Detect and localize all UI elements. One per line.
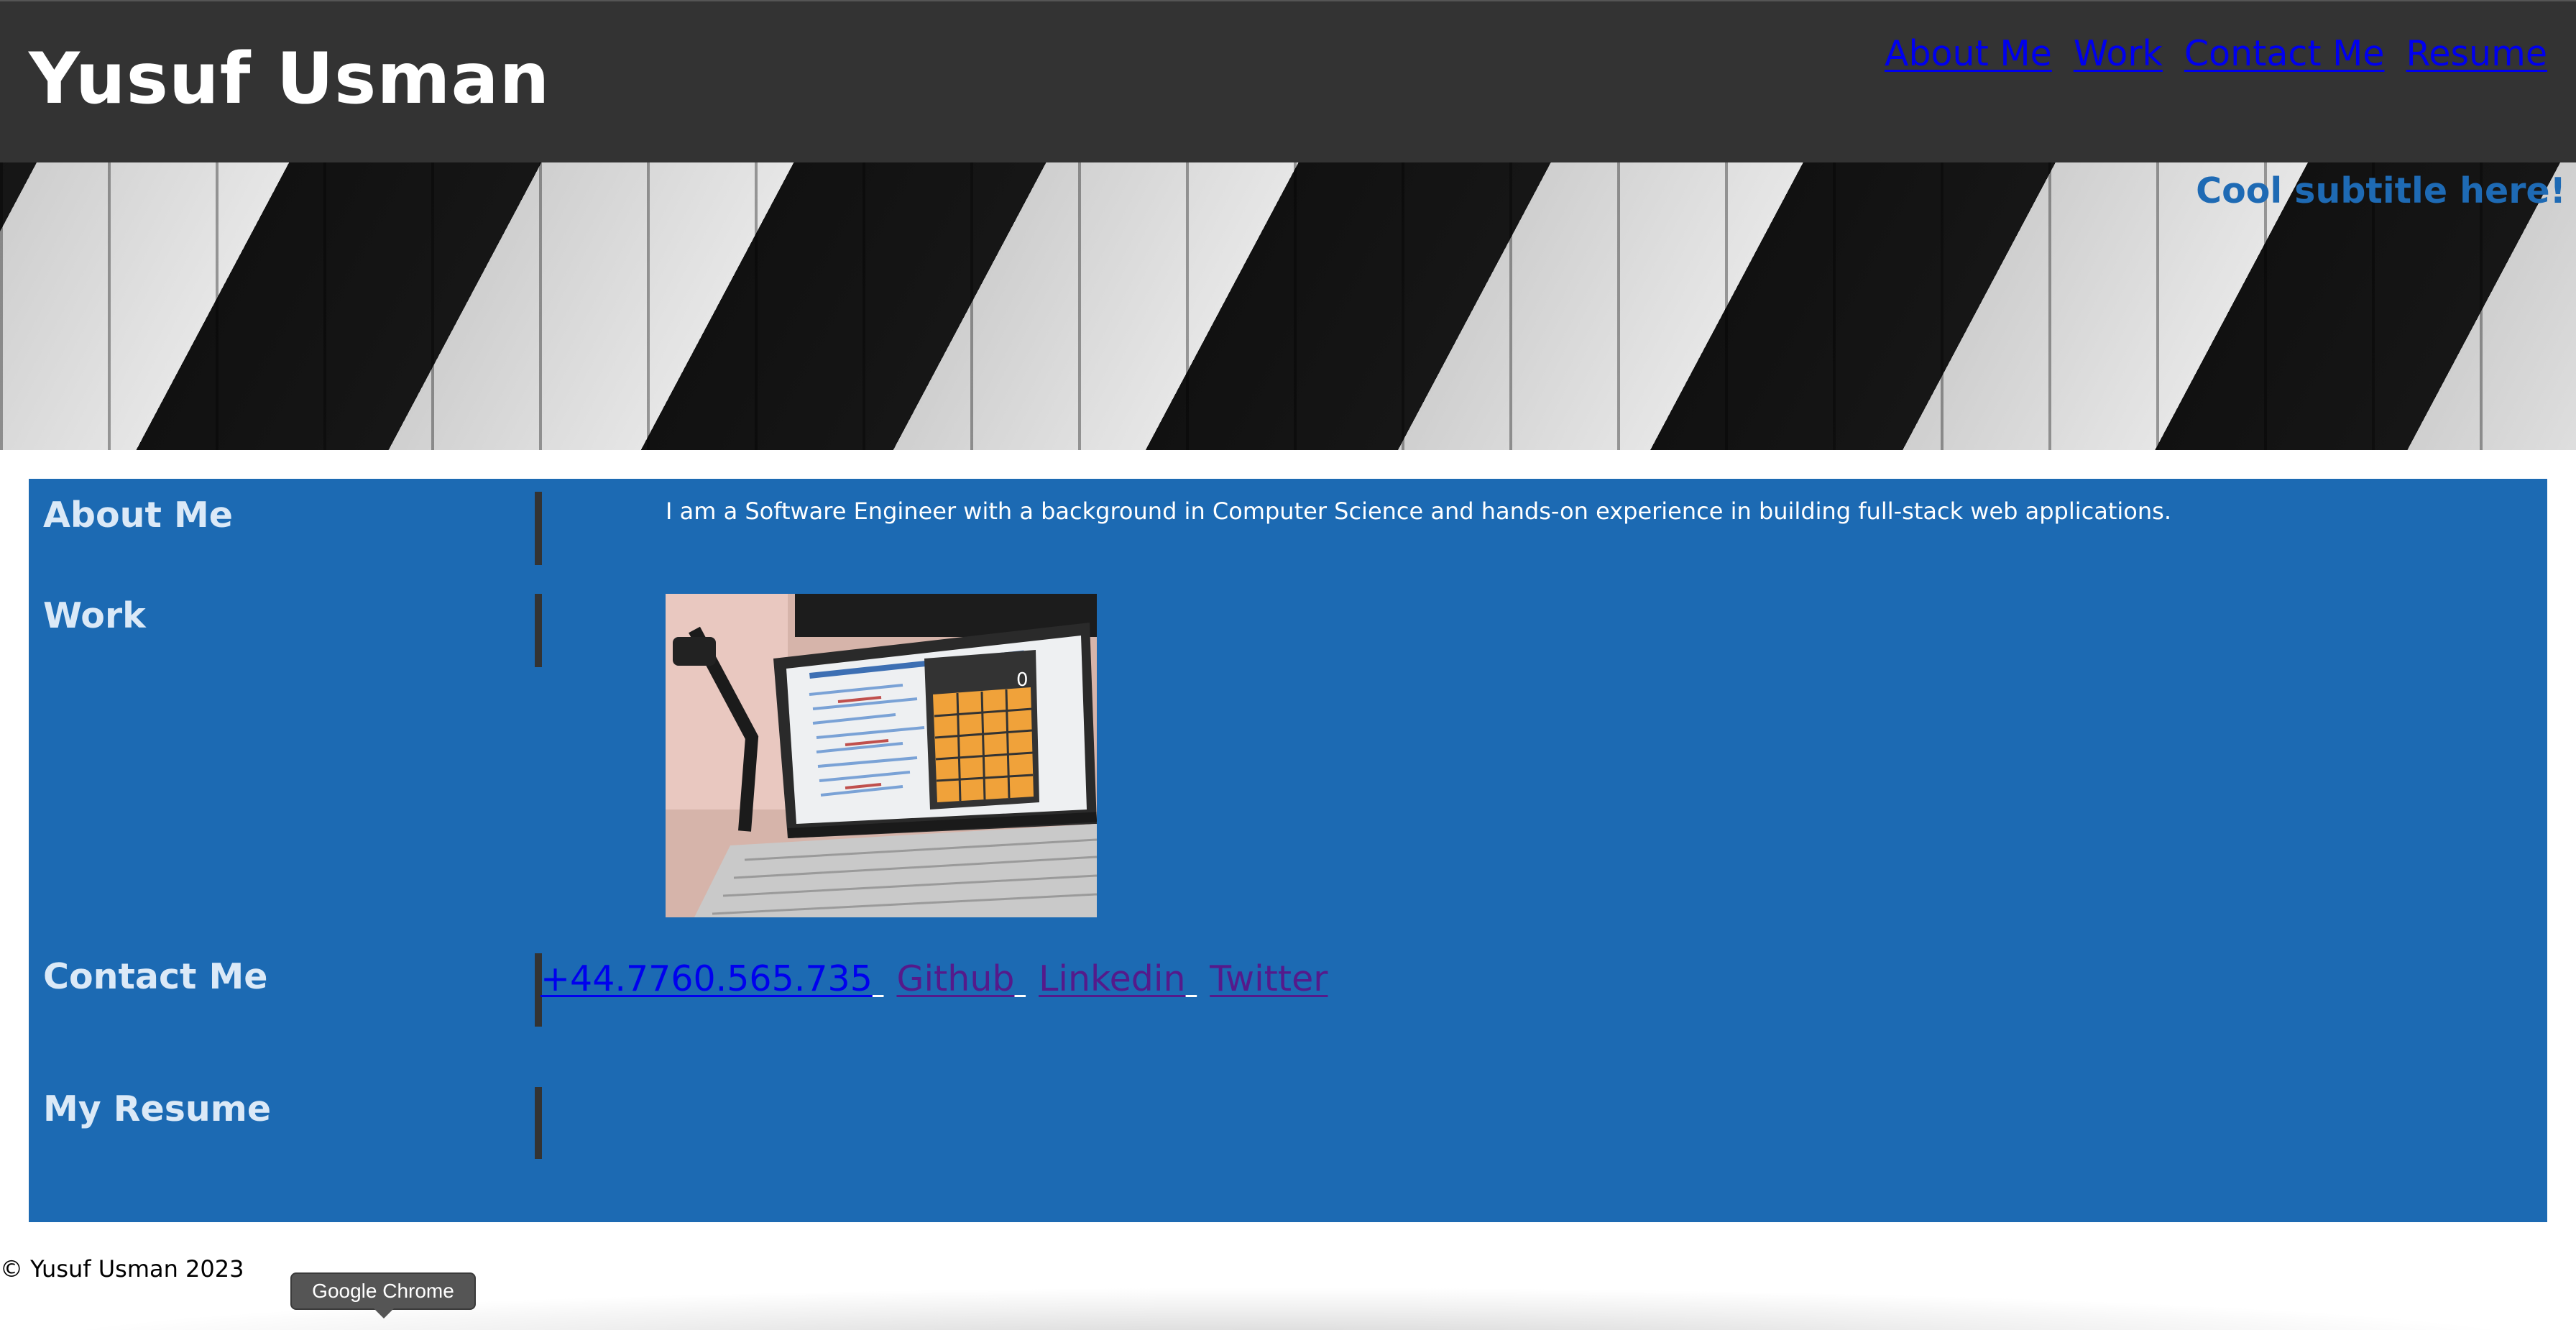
about-text: I am a Software Engineer with a backgrou… xyxy=(666,497,2171,525)
page: Yusuf Usman About Me Work Contact Me Res… xyxy=(0,0,2576,1330)
github-link[interactable]: Github xyxy=(896,958,1014,999)
work-heading: Work xyxy=(43,595,146,636)
hero-subtitle: Cool subtitle here! xyxy=(2196,170,2566,211)
site-header: Yusuf Usman About Me Work Contact Me Res… xyxy=(0,0,2576,162)
nav-link-resume[interactable]: Resume xyxy=(2406,33,2547,74)
linkedin-link[interactable]: Linkedin xyxy=(1039,958,1186,999)
hero-banner: Cool subtitle here! xyxy=(0,162,2576,450)
link-separator xyxy=(1014,958,1039,999)
phone-link[interactable]: +44.7760.565.735 xyxy=(540,958,873,999)
site-title: Yusuf Usman xyxy=(29,38,551,120)
top-nav: About Me Work Contact Me Resume xyxy=(1885,33,2547,74)
twitter-link[interactable]: Twitter xyxy=(1210,958,1328,999)
svg-text:0: 0 xyxy=(1016,669,1029,691)
resume-heading: My Resume xyxy=(43,1088,272,1129)
contact-heading: Contact Me xyxy=(43,956,268,997)
work-project-image[interactable]: 0 xyxy=(666,594,1097,917)
about-divider-bar xyxy=(535,492,542,565)
contact-links: +44.7760.565.735 Github Linkedin Twitter xyxy=(540,958,1328,999)
about-heading: About Me xyxy=(43,495,234,536)
footer-copyright: © Yusuf Usman 2023 xyxy=(0,1255,244,1283)
work-divider-bar xyxy=(535,594,542,667)
link-separator xyxy=(873,958,897,999)
resume-divider-bar xyxy=(535,1087,542,1159)
nav-link-about-me[interactable]: About Me xyxy=(1885,33,2052,74)
nav-link-contact-me[interactable]: Contact Me xyxy=(2184,33,2385,74)
link-separator xyxy=(1186,958,1210,999)
hero-striped-wood-image xyxy=(0,162,2576,450)
laptop-calculator-photo-icon: 0 xyxy=(666,594,1097,917)
tooltip-arrow xyxy=(374,1308,394,1318)
nav-link-work[interactable]: Work xyxy=(2074,33,2163,74)
dock-tooltip: Google Chrome xyxy=(290,1272,476,1310)
main-content: About Me I am a Software Engineer with a… xyxy=(29,479,2547,1222)
